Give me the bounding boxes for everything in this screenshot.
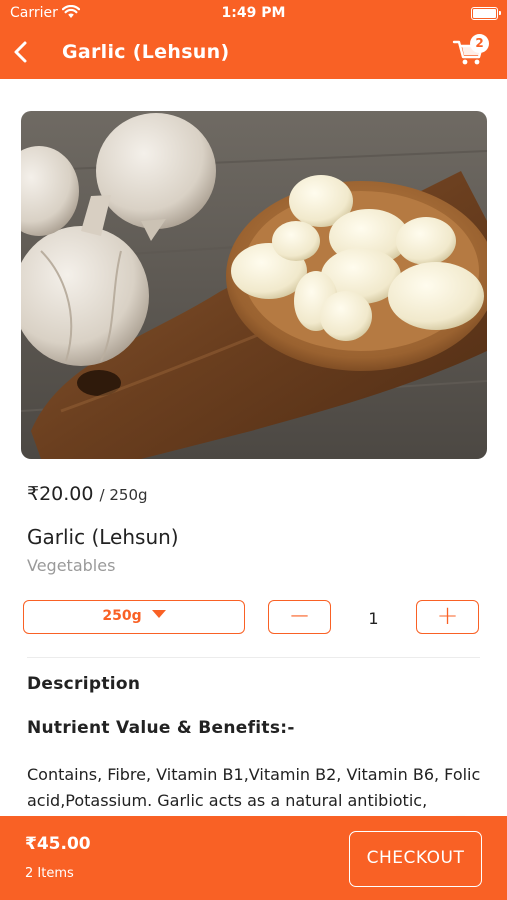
nutrient-text: Contains, Fibre, Vitamin B1,Vitamin B2, … — [27, 765, 481, 810]
checkout-button[interactable]: CHECKOUT — [349, 831, 482, 887]
battery-icon — [471, 7, 501, 20]
weight-dropdown-value: 250g — [102, 608, 142, 624]
cart-item-count: 2 Items — [25, 866, 74, 881]
status-bar: Carrier 1:49 PM — [0, 0, 507, 28]
price-unit: / 250g — [99, 486, 148, 504]
top-bar: Carrier 1:49 PM Garlic (Lehsun) 2 — [0, 0, 507, 79]
product-name: Garlic (Lehsun) — [27, 525, 179, 549]
cart-summary-bar: ₹45.00 2 Items CHECKOUT — [0, 816, 507, 900]
cart-total: ₹45.00 — [25, 834, 91, 854]
nav-bar: Garlic (Lehsun) 2 — [0, 28, 507, 79]
product-category: Vegetables — [27, 556, 116, 575]
back-arrow-icon[interactable] — [8, 35, 36, 69]
divider — [27, 657, 480, 658]
nutrient-heading: Nutrient Value & Benefits:- — [27, 718, 295, 738]
page-title: Garlic (Lehsun) — [62, 41, 230, 63]
clock: 1:49 PM — [221, 5, 286, 21]
description-heading: Description — [27, 674, 141, 694]
product-price: ₹20.00 / 250g — [27, 483, 148, 505]
decrease-quantity-button[interactable]: − — [268, 600, 331, 634]
price-value: ₹20.00 — [27, 483, 94, 505]
increase-quantity-button[interactable]: + — [416, 600, 479, 634]
product-detail-content: ₹20.00 / 250g Garlic (Lehsun) Vegetables… — [0, 79, 507, 816]
cart-count-badge: 2 — [470, 34, 489, 53]
caret-down-icon — [151, 610, 166, 618]
quantity-value: 1 — [368, 609, 379, 628]
product-image — [21, 111, 487, 459]
weight-dropdown[interactable]: 250g — [23, 600, 245, 634]
